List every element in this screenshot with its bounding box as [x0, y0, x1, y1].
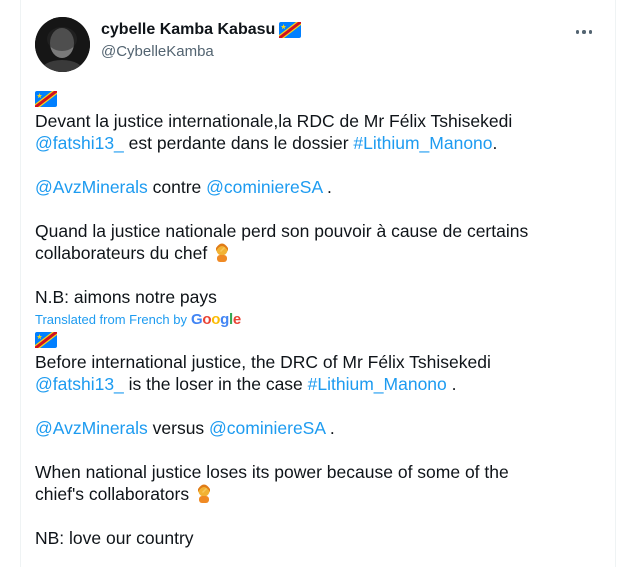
- hashtag-link[interactable]: #Lithium_Manono: [353, 133, 492, 153]
- tweet-text: .: [322, 177, 332, 197]
- tweet-text-line: Devant la justice internationale,la RDC …: [35, 111, 513, 131]
- tweet-text: est perdante dans le dossier: [123, 133, 354, 153]
- mention-link[interactable]: @fatshi13_: [35, 133, 124, 153]
- tweet-text: .: [492, 133, 498, 153]
- drc-flag-icon: [35, 332, 57, 348]
- tweet-text-line: @fatshi13_ est perdante dans le dossier …: [35, 132, 601, 154]
- tweet-text-line: @AvzMinerals versus @cominiereSA .: [35, 417, 601, 439]
- mention-link[interactable]: @AvzMinerals: [35, 177, 148, 197]
- mention-link[interactable]: @cominiereSA: [206, 177, 322, 197]
- tweet-text: contre: [147, 177, 207, 197]
- tweet-text: versus: [147, 418, 210, 438]
- author-names: cybelle Kamba Kabasu @CybelleKamba: [101, 20, 302, 62]
- tweet-text-line: chief's collaborators: [35, 483, 601, 505]
- tweet-text-line: Before international justice, the DRC of…: [35, 352, 491, 372]
- flag-line: [35, 88, 601, 110]
- tweet-text-line: @AvzMinerals contre @cominiereSA .: [35, 176, 601, 198]
- tweet-text-line: collaborateurs du chef: [35, 242, 601, 264]
- tweet-text: .: [446, 374, 457, 394]
- tweet-text-line: Quand la justice nationale perd son pouv…: [35, 221, 529, 241]
- tweet-card: cybelle Kamba Kabasu @CybelleKamba Devan…: [20, 0, 616, 567]
- person-facepalming-icon: [216, 243, 229, 262]
- google-logo: Google: [190, 311, 241, 328]
- display-name-text[interactable]: cybelle Kamba Kabasu: [101, 20, 275, 40]
- tweet-text: is the loser in the case: [123, 374, 308, 394]
- mention-link[interactable]: @fatshi13_: [35, 374, 124, 394]
- tweet-text-line: @fatshi13_ is the loser in the case #Lit…: [35, 373, 601, 395]
- tweet-text: .: [325, 418, 335, 438]
- drc-flag-icon: [279, 22, 302, 38]
- translation-attribution: Translated from French by Google: [35, 311, 601, 329]
- person-facepalming-icon: [197, 484, 210, 503]
- mention-link[interactable]: @AvzMinerals: [35, 418, 148, 438]
- display-name[interactable]: cybelle Kamba Kabasu: [101, 20, 302, 40]
- tweet-text: collaborateurs du chef: [35, 243, 213, 263]
- tweet-body: Devant la justice internationale,la RDC …: [35, 88, 601, 549]
- drc-flag-icon: [35, 91, 57, 107]
- tweet-text-line: When national justice loses its power be…: [35, 462, 509, 482]
- tweet-text-line: N.B: aimons notre pays: [35, 287, 217, 307]
- translation-label: Translated from French by: [35, 312, 187, 327]
- hashtag-link[interactable]: #Lithium_Manono: [308, 374, 447, 394]
- mention-link[interactable]: @cominiereSA: [209, 418, 325, 438]
- more-options-icon[interactable]: [569, 22, 599, 42]
- avatar[interactable]: [35, 17, 90, 72]
- handle[interactable]: @CybelleKamba: [101, 42, 301, 62]
- tweet-text-line: NB: love our country: [35, 528, 194, 548]
- tweet-header: cybelle Kamba Kabasu @CybelleKamba: [35, 14, 601, 74]
- tweet-text: chief's collaborators: [35, 484, 194, 504]
- flag-line: [35, 329, 601, 351]
